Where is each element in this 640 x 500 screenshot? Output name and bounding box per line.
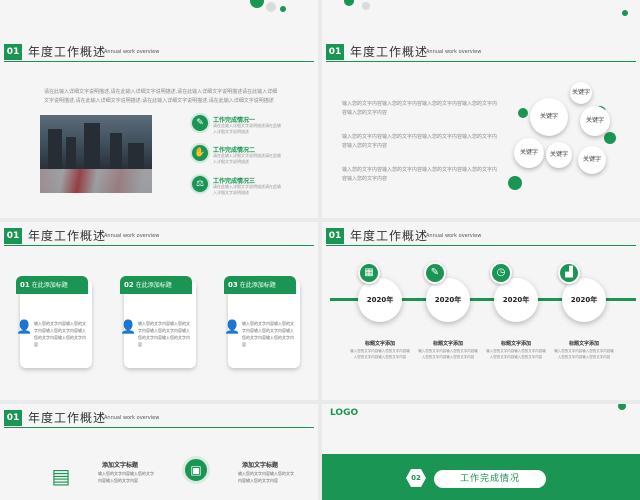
- milestone-desc-4: 输入您的文字内容输入您的文字内容输入您的文字内容输入您的文字内容: [554, 349, 614, 359]
- milestone-title-1: 标题文字添加: [364, 341, 395, 347]
- section-number: 01: [326, 228, 344, 244]
- logo: LOGO: [330, 408, 359, 418]
- keyword-bubble-5: 关键字: [546, 142, 572, 168]
- header-rule: [4, 61, 314, 62]
- card-header: 03 在此添加标题: [224, 276, 296, 294]
- milestone-year-4: 2020年: [562, 278, 606, 322]
- text-block-1: 输入您的文字内容输入您的文字内容输入您的文字内容输入您的文字内容输入您的文字内容: [342, 101, 498, 116]
- balance-icon: ⚖: [190, 174, 210, 194]
- intro-paragraph: 请在此输入详细文字说明描述,请在此输入详细文字说明描述,请在此输入详细文字说明描…: [44, 89, 278, 104]
- info-card-3: 03 在此添加标题 👤 输入您的文字内容输入您的文字内容输入您的文字内容输入您的文…: [224, 276, 300, 368]
- header-rule: [326, 245, 636, 246]
- keyword-bubble-3: 关键字: [580, 106, 610, 136]
- milestone-title-2: 标题文字添加: [432, 341, 463, 347]
- clock-icon: ◷: [490, 262, 512, 284]
- slide-header: 01 年度工作概述 Annual work overview: [326, 44, 636, 62]
- slide-header: 01 年度工作概述 Annual work overview: [326, 228, 636, 246]
- decor-dot: [250, 0, 264, 8]
- header-rule: [326, 61, 636, 62]
- edit-icon: ✎: [424, 262, 446, 284]
- keyword-bubble-1: 关键字: [530, 98, 568, 136]
- decor-dot: [344, 0, 354, 6]
- section-number: 01: [4, 228, 22, 244]
- binder-icon: ▤: [51, 464, 71, 488]
- slide-subtitle: Annual work overview: [104, 233, 160, 239]
- section-title-pill: 工作完成情况: [434, 470, 546, 488]
- section-number: 01: [4, 410, 22, 426]
- decor-dot: [518, 108, 528, 118]
- slide-header: 01 年度工作概述 Annual work overview: [4, 410, 314, 428]
- slide-subtitle: Annual work overview: [104, 415, 160, 421]
- decor-dot: [622, 10, 628, 16]
- person-icon: 👤: [16, 320, 33, 335]
- calendar-icon: ▦: [358, 262, 380, 284]
- card-header: 02 在此添加标题: [120, 276, 192, 294]
- item-desc-2: 请在此输入详细文字说明描述请在此输入详细文字说明描述: [213, 153, 281, 164]
- slide-title: 年度工作概述: [28, 229, 107, 243]
- header-rule: [4, 245, 314, 246]
- card-text: 输入您的文字内容输入您的文字内容输入您的文字内容输入您的文字内容输入您的文字内容: [138, 321, 190, 347]
- header-rule: [4, 427, 314, 428]
- slide-header: 01 年度工作概述 Annual work overview: [4, 228, 314, 246]
- decor-dot: [362, 2, 370, 10]
- decor-dot: [266, 2, 276, 12]
- slide-header: 01 年度工作概述 Annual work overview: [4, 44, 314, 62]
- block-title-2: 添加文字标题: [242, 462, 279, 469]
- slide-title: 年度工作概述: [28, 411, 107, 425]
- info-card-2: 02 在此添加标题 👤 输入您的文字内容输入您的文字内容输入您的文字内容输入您的文…: [120, 276, 196, 368]
- chart-icon: ✎: [190, 113, 210, 133]
- milestone-desc-1: 输入您的文字内容输入您的文字内容输入您的文字内容输入您的文字内容: [350, 349, 410, 359]
- slide-title: 年度工作概述: [28, 45, 107, 59]
- milestone-desc-3: 输入您的文字内容输入您的文字内容输入您的文字内容输入您的文字内容: [486, 349, 546, 359]
- keyword-bubble-2: 关键字: [570, 82, 592, 104]
- person-icon: 👤: [120, 320, 137, 335]
- milestone-title-3: 标题文字添加: [500, 341, 531, 347]
- item-desc-1: 请在此输入详细文字说明描述请在此输入详细文字说明描述: [213, 123, 281, 134]
- milestone-year-2: 2020年: [426, 278, 470, 322]
- slide-title: 年度工作概述: [350, 45, 429, 59]
- slide-subtitle: Annual work overview: [104, 49, 160, 55]
- item-desc-3: 请在此输入详细文字说明描述请在此输入详细文字说明描述: [213, 184, 281, 195]
- slide-3[interactable]: 01 年度工作概述 Annual work overview 01 在此添加标题 …: [0, 222, 318, 400]
- bar-chart-icon: ▟: [558, 262, 580, 284]
- slide-title: 年度工作概述: [350, 229, 429, 243]
- slide-subtitle: Annual work overview: [426, 233, 482, 239]
- section-number: 01: [326, 44, 344, 60]
- card-header: 01 在此添加标题: [16, 276, 88, 294]
- block-title-1: 添加文字标题: [102, 462, 139, 469]
- monitor-icon: ▣: [182, 456, 210, 484]
- text-block-2: 输入您的文字内容输入您的文字内容输入您的文字内容输入您的文字内容输入您的文字内容: [342, 134, 498, 149]
- text-block-3: 输入您的文字内容输入您的文字内容输入您的文字内容输入您的文字内容输入您的文字内容: [342, 167, 498, 182]
- decor-dot: [604, 132, 616, 144]
- slide-1[interactable]: 01 年度工作概述 Annual work overview 请在此输入详细文字…: [0, 0, 318, 218]
- decor-dot: [280, 6, 286, 12]
- slide-5[interactable]: 01 年度工作概述 Annual work overview ▤ 添加文字标题 …: [0, 404, 318, 500]
- decor-dot: [618, 404, 626, 410]
- card-text: 输入您的文字内容输入您的文字内容输入您的文字内容输入您的文字内容输入您的文字内容: [242, 321, 294, 347]
- person-icon: 👤: [224, 320, 241, 335]
- milestone-year-1: 2020年: [358, 278, 402, 322]
- keyword-bubble-6: 关键字: [578, 146, 606, 174]
- slide-subtitle: Annual work overview: [426, 49, 482, 55]
- card-text: 输入您的文字内容输入您的文字内容输入您的文字内容输入您的文字内容输入您的文字内容: [34, 321, 86, 347]
- section-number: 01: [4, 44, 22, 60]
- city-night-photo: [40, 115, 152, 193]
- handshake-icon: ✋: [190, 143, 210, 163]
- keyword-bubble-4: 关键字: [514, 138, 544, 168]
- milestone-desc-2: 输入您的文字内容输入您的文字内容输入您的文字内容输入您的文字内容: [418, 349, 478, 359]
- milestone-title-4: 标题文字添加: [568, 341, 599, 347]
- block-desc-2: 输入您的文字内容输入您的文字内容输入您的文字内容: [238, 471, 294, 483]
- milestone-year-3: 2020年: [494, 278, 538, 322]
- decor-dot: [508, 176, 522, 190]
- block-desc-1: 输入您的文字内容输入您的文字内容输入您的文字内容: [98, 471, 154, 483]
- slide-2[interactable]: 01 年度工作概述 Annual work overview 输入您的文字内容输…: [322, 0, 640, 218]
- slide-6[interactable]: LOGO 02 工作完成情况: [322, 404, 640, 500]
- info-card-1: 01 在此添加标题 👤 输入您的文字内容输入您的文字内容输入您的文字内容输入您的文…: [16, 276, 92, 368]
- slide-4[interactable]: 01 年度工作概述 Annual work overview 2020年 ▦ 标…: [322, 222, 640, 400]
